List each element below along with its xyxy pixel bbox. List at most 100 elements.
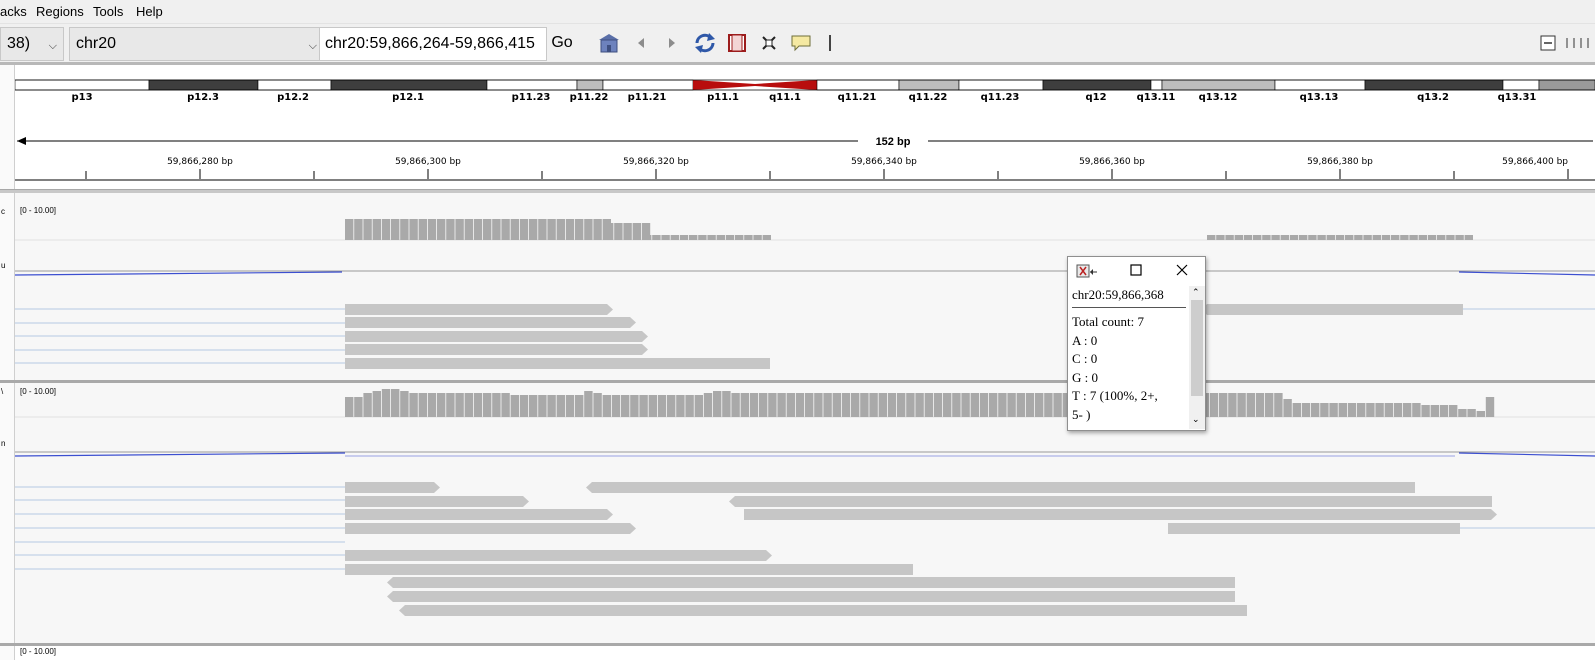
coverage-bar <box>814 393 823 417</box>
alignment-track-2-canvas[interactable] <box>14 383 1595 643</box>
home-icon[interactable] <box>597 32 621 54</box>
coverage-bar <box>661 235 670 240</box>
popup-content: chr20:59,866,368 Total count: 7 A : 0 C … <box>1072 287 1186 429</box>
menu-tools[interactable]: Tools <box>93 4 123 19</box>
coverage-popup[interactable]: chr20:59,866,368 Total count: 7 A : 0 C … <box>1067 256 1206 431</box>
coverage-range-label: [0 - 10.00] <box>20 647 57 656</box>
aligned-read <box>1201 304 1463 315</box>
scrollbar-thumb[interactable] <box>1191 300 1203 396</box>
chromosome-value: chr20 <box>76 35 117 52</box>
coverage-bar <box>1366 403 1375 417</box>
coverage-bar <box>446 393 455 417</box>
scroll-down-icon[interactable]: ⌄ <box>1192 414 1200 425</box>
back-icon[interactable] <box>629 32 653 54</box>
coverage-bar <box>1283 399 1292 417</box>
coverage-bar <box>1409 235 1418 240</box>
coverage-bar <box>529 219 538 240</box>
menu-regions[interactable]: Regions <box>36 4 84 19</box>
span-label: 152 bp <box>876 136 911 148</box>
coverage-bar <box>713 391 722 417</box>
coverage-bar <box>1464 235 1473 240</box>
cytoband-label: p11.22 <box>570 92 609 103</box>
coverage-bar <box>670 235 679 240</box>
genome-dropdown[interactable]: 38) ⌵ <box>0 27 64 61</box>
scroll-up-icon[interactable]: ⌃ <box>1192 287 1200 298</box>
forward-icon[interactable] <box>660 32 684 54</box>
popup-titlebar[interactable] <box>1068 257 1205 284</box>
coverage-bar <box>906 393 915 417</box>
coverage-bar <box>400 219 409 240</box>
cytoband-label: q13.31 <box>1498 92 1537 103</box>
coverage-bar <box>698 235 707 240</box>
coverage-bar <box>1354 235 1363 240</box>
chromosome-dropdown[interactable]: chr20 ⌵ <box>69 27 324 61</box>
resize-to-window-icon[interactable] <box>757 32 781 54</box>
coverage-bar <box>492 393 501 417</box>
cytoband-label: q11.23 <box>981 92 1020 103</box>
alignment-track-1-canvas[interactable] <box>14 193 1595 380</box>
coverage-bar <box>716 235 725 240</box>
track-name-gutter: c u \ n <box>0 65 15 660</box>
coverage-bar <box>1007 393 1016 417</box>
centromere-p-arm <box>693 80 755 90</box>
coverage-bar <box>529 395 538 417</box>
maximize-icon[interactable] <box>1130 264 1142 279</box>
coverage-bar <box>418 219 427 240</box>
coverage-bar <box>1467 409 1476 417</box>
coverage-bar <box>1363 235 1372 240</box>
zoom-slider-icon[interactable] <box>1563 32 1593 54</box>
coverage-bar <box>1458 409 1467 417</box>
coverage-bar <box>427 219 437 240</box>
cytoband <box>816 79 900 91</box>
ruler-tick-label: 59,866,380 bp <box>1307 157 1373 167</box>
toolbar: 38) ⌵ chr20 ⌵ chr20:59,866,264-59,866,41… <box>0 24 1595 62</box>
locus-input[interactable]: chr20:59,866,264-59,866,415 <box>319 27 547 61</box>
coverage-bar <box>446 219 455 240</box>
cytoband-label: q11.22 <box>909 92 948 103</box>
coverage-bar <box>483 219 492 240</box>
coverage-bar <box>1375 403 1384 417</box>
coverage-bar <box>851 393 860 417</box>
alignment-track-2[interactable]: [0 - 10.00] <box>14 383 1595 643</box>
aligned-read <box>387 577 1235 588</box>
menu-help[interactable]: Help <box>136 4 163 19</box>
refresh-icon[interactable] <box>693 32 717 54</box>
cytoband-label: p13 <box>71 92 92 103</box>
aligned-read <box>399 605 1247 616</box>
coverage-bar <box>1338 403 1347 417</box>
popup-scrollbar[interactable]: ⌃ ⌄ <box>1189 286 1205 429</box>
coverage-range-label: [0 - 10.00] <box>20 206 57 215</box>
go-button[interactable]: Go <box>549 27 575 61</box>
alignment-track-1[interactable]: [0 - 10.00] <box>14 193 1595 380</box>
coverage-bar <box>703 393 713 417</box>
coverage-bar <box>519 219 529 240</box>
coverage-bar <box>611 395 621 417</box>
region-of-interest-icon[interactable] <box>725 32 749 54</box>
close-icon[interactable] <box>1176 264 1188 279</box>
ruler-tick-label: 59,866,400 bp <box>1502 157 1568 167</box>
coverage-bar <box>501 219 510 240</box>
ideogram-ruler[interactable]: p13 p12.3 p12.2 p12.1 p11.23 p11.22 p11.21 p11.… <box>14 65 1595 189</box>
coverage-bar <box>556 219 565 240</box>
coverage-bar <box>759 393 768 417</box>
zoom-out-icon[interactable] <box>1536 32 1560 54</box>
bp-ruler: 59,866,280 bp 59,866,300 bp 59,866,320 bp 5… <box>85 157 1569 179</box>
coverage-bar <box>391 219 400 240</box>
coverage-bar <box>605 223 614 240</box>
popup-behavior-icon[interactable] <box>789 32 813 54</box>
coverage-bar <box>639 395 648 417</box>
coverage-bar <box>1326 235 1335 240</box>
cytoband <box>148 79 259 91</box>
aligned-read <box>345 496 529 507</box>
coverage-bar <box>1301 403 1311 417</box>
coverage-bar <box>676 395 685 417</box>
cytoband-label: q13.11 <box>1137 92 1176 103</box>
coverage-bar <box>1311 403 1320 417</box>
coverage-bar <box>1403 403 1412 417</box>
coverage-bar <box>933 393 943 417</box>
coverage-bar <box>632 223 641 240</box>
alignment-track-3[interactable]: [0 - 10.00] <box>15 646 1595 660</box>
cytoband <box>602 79 694 91</box>
menu-tracks[interactable]: acks <box>0 4 27 19</box>
coverage-bar <box>924 393 933 417</box>
